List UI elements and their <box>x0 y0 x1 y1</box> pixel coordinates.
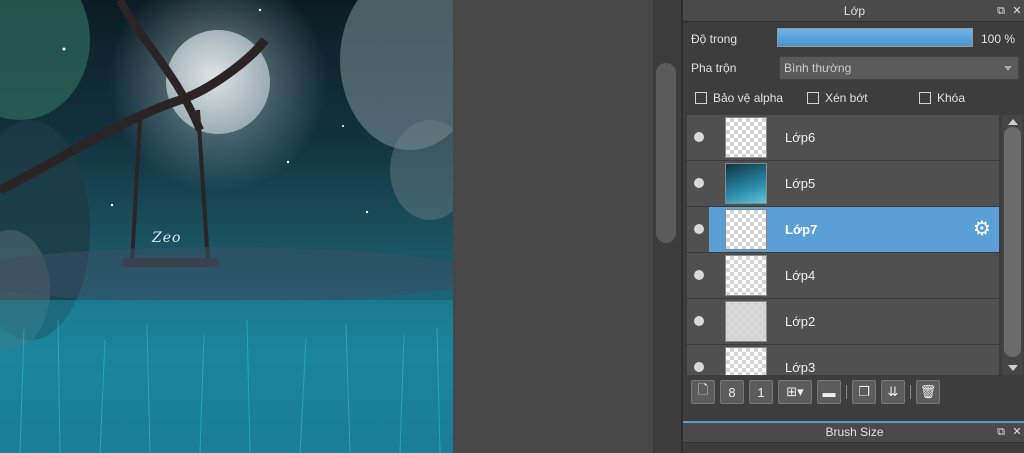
artwork-illustration <box>0 0 453 453</box>
layer-list: Lớp6 Lớp5 Lớp7 ⚙ Lớp4 Lớp2 Lớp3 <box>687 115 999 375</box>
chevron-down-icon <box>1004 66 1012 71</box>
lock-checkbox[interactable]: Khóa <box>919 91 965 105</box>
visibility-icon[interactable] <box>694 178 704 188</box>
layer-thumbnail <box>725 301 767 342</box>
layer-panel-title: Lớp <box>843 4 866 18</box>
toolbar-separator <box>910 385 911 399</box>
visibility-icon[interactable] <box>694 362 704 372</box>
layer-list-scroll-thumb[interactable] <box>1004 127 1021 357</box>
merge-down-icon: ⇊ <box>887 384 899 399</box>
layer-row[interactable]: Lớp6 <box>687 115 999 161</box>
canvas-workspace-background <box>453 0 653 453</box>
visibility-icon[interactable] <box>694 270 704 280</box>
undock-icon[interactable]: ⧉ <box>996 6 1006 17</box>
opacity-label: Độ trong <box>691 32 738 46</box>
layer-row[interactable]: Lớp5 <box>687 161 999 207</box>
opacity-value: 100 % <box>981 32 1016 46</box>
new-layer-icon: 🗋 <box>697 382 709 397</box>
layer-thumbnail <box>725 209 767 250</box>
layer-panel: Lớp ⧉ ✕ Độ trong 100 % Pha trộn Bình thư… <box>681 0 1024 453</box>
delete-layer-button[interactable]: 🗑 <box>916 380 940 404</box>
layer-thumbnail <box>725 117 767 158</box>
merge-down-button[interactable]: ⇊ <box>881 380 905 404</box>
add-layer-menu-button[interactable]: ⊞▾ <box>778 380 812 404</box>
brush-size-panel-title: Brush Size <box>825 425 884 439</box>
lock-label: Khóa <box>937 91 966 105</box>
new-folder-button[interactable]: ▬ <box>817 380 841 404</box>
layer-name: Lớp7 <box>785 222 818 237</box>
undock-icon[interactable]: ⧉ <box>996 427 1006 438</box>
new-1bit-layer-button[interactable]: 1 <box>749 380 773 404</box>
app-window: Zeo Lớp ⧉ ✕ Độ trong 100 % Pha trộn Bình… <box>0 0 1024 453</box>
new-raster-layer-icon: 8 <box>728 384 736 400</box>
new-raster-layer-button[interactable]: 8 <box>720 380 744 404</box>
layer-list-scrollbar[interactable] <box>1002 115 1023 375</box>
checkbox-box[interactable] <box>695 92 707 104</box>
close-icon[interactable]: ✕ <box>1012 427 1022 438</box>
checkbox-box[interactable] <box>807 92 819 104</box>
layer-name: Lớp6 <box>785 130 816 145</box>
delete-icon: 🗑 <box>919 384 937 399</box>
panel-accent-line <box>683 421 1024 423</box>
layer-row-selected[interactable]: Lớp7 ⚙ <box>709 207 999 253</box>
layer-row[interactable]: Lớp4 <box>687 253 999 299</box>
opacity-slider[interactable] <box>777 28 973 47</box>
layer-thumbnail <box>725 255 767 296</box>
clipping-checkbox[interactable]: Xén bớt <box>807 91 868 105</box>
new-layer-button[interactable]: 🗋 <box>691 380 715 404</box>
visibility-icon[interactable] <box>694 132 704 142</box>
blend-mode-value: Bình thường <box>784 61 852 75</box>
canvas-vertical-scrollbar[interactable] <box>653 0 681 453</box>
layer-thumbnail <box>725 163 767 204</box>
blend-mode-label: Pha trộn <box>691 61 737 75</box>
scroll-down-icon[interactable] <box>1008 365 1018 371</box>
new-1bit-layer-icon: 1 <box>757 384 765 400</box>
duplicate-icon: ❐ <box>858 384 870 399</box>
blend-mode-dropdown[interactable]: Bình thường <box>779 56 1019 80</box>
canvas-scroll-thumb[interactable] <box>656 63 676 243</box>
layer-name: Lớp3 <box>785 360 816 375</box>
duplicate-layer-button[interactable]: ❐ <box>852 380 876 404</box>
checkbox-box[interactable] <box>919 92 931 104</box>
gear-icon[interactable]: ⚙ <box>973 219 993 239</box>
layer-row[interactable]: Lớp3 <box>687 345 999 375</box>
close-icon[interactable]: ✕ <box>1012 6 1022 17</box>
folder-icon: ▬ <box>822 384 836 400</box>
layer-panel-titlebar: Lớp ⧉ ✕ <box>683 0 1024 22</box>
drawing-canvas[interactable]: Zeo <box>0 0 453 453</box>
protect-alpha-label: Bảo vệ alpha <box>713 91 784 105</box>
add-layer-menu-icon: ⊞▾ <box>786 384 804 399</box>
layer-row[interactable]: Lớp2 <box>687 299 999 345</box>
toolbar-separator <box>846 385 847 399</box>
visibility-icon[interactable] <box>694 224 704 234</box>
protect-alpha-checkbox[interactable]: Bảo vệ alpha <box>695 91 783 105</box>
layer-name: Lớp2 <box>785 314 816 329</box>
layer-toolbar: 🗋 8 1 ⊞▾ ▬ ❐ ⇊ 🗑 <box>687 377 1023 407</box>
brush-size-panel-titlebar: Brush Size ⧉ ✕ <box>683 421 1024 443</box>
visibility-icon[interactable] <box>694 316 704 326</box>
artist-signature: Zeo <box>152 230 182 246</box>
layer-thumbnail <box>725 347 767 375</box>
layer-name: Lớp4 <box>785 268 816 283</box>
layer-name: Lớp5 <box>785 176 816 191</box>
clipping-label: Xén bớt <box>825 91 868 105</box>
scroll-up-icon[interactable] <box>1008 119 1018 125</box>
